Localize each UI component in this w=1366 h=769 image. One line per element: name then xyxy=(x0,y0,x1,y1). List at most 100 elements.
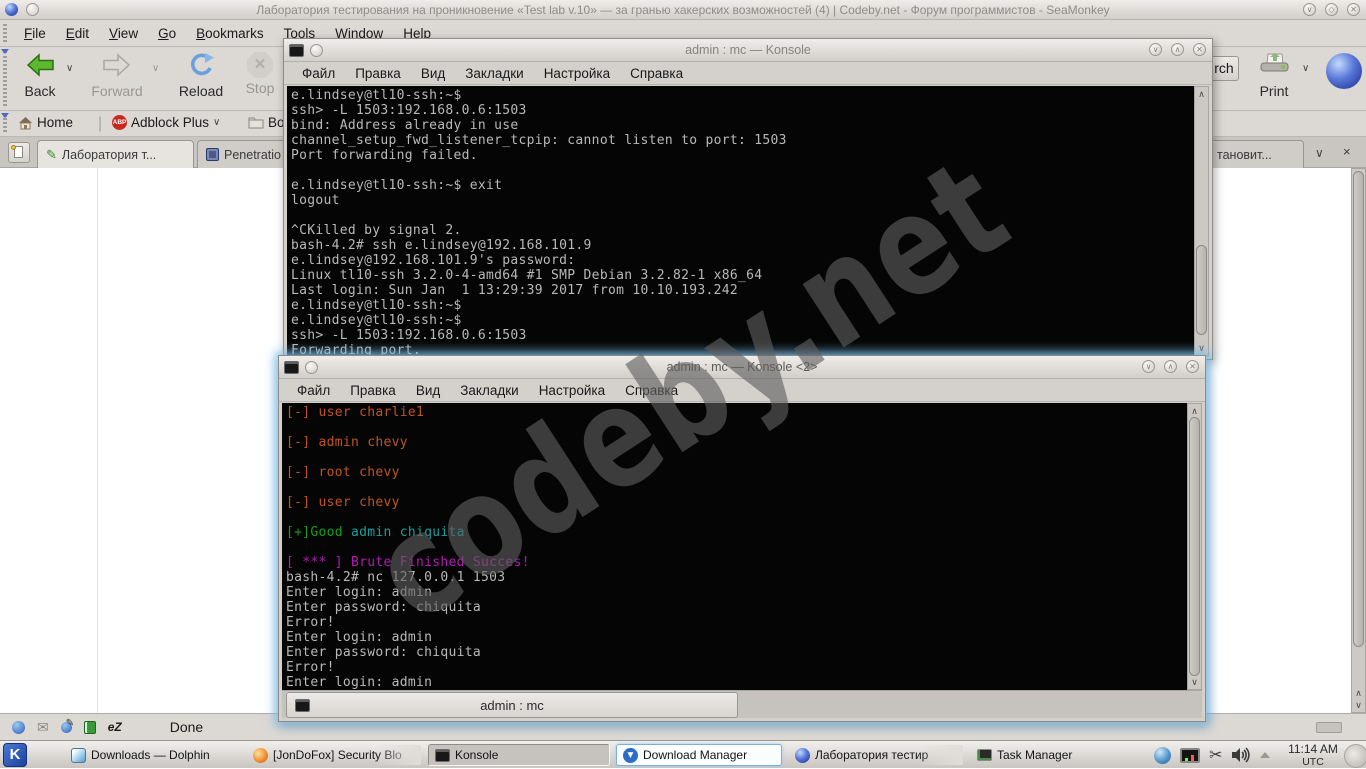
navigator-component-icon[interactable] xyxy=(12,721,25,734)
klipper-scissors-icon[interactable]: ✂ xyxy=(1209,745,1222,765)
print-dropdown-chevron-icon[interactable]: ∨ xyxy=(1302,63,1309,74)
close-button[interactable]: ✕ xyxy=(1186,360,1199,373)
menu-item[interactable]: File xyxy=(14,26,56,41)
browser-title: Лаборатория тестирования на проникновени… xyxy=(0,3,1366,17)
panel-up-arrow-icon[interactable] xyxy=(1260,752,1270,758)
session-tab[interactable]: admin : mc xyxy=(286,692,738,718)
terminal-line xyxy=(286,450,1187,465)
konsole2-titlebar[interactable]: admin : mc — Konsole <2> ∨ ∧ ✕ xyxy=(279,356,1205,379)
taskbar-item-dolphin[interactable]: Downloads — Dolphin xyxy=(64,744,240,766)
terminal-line: [-] user chevy xyxy=(286,495,1187,510)
terminal-line: Error! xyxy=(286,660,1187,675)
new-tab-button[interactable] xyxy=(8,142,30,163)
menu-item[interactable]: Справка xyxy=(615,383,688,398)
taskbar-item-konsole[interactable]: Konsole xyxy=(428,744,610,766)
terminal-line: e.lindsey@tl10-ssh:~$ xyxy=(291,298,1194,313)
stop-icon: ✕ xyxy=(247,52,273,78)
menu-item[interactable]: Справка xyxy=(620,66,693,81)
maximize-button[interactable]: ∧ xyxy=(1171,43,1184,56)
menu-item[interactable]: Правка xyxy=(345,66,411,81)
terminal-scrollbar[interactable]: ∧ ∨ xyxy=(1187,403,1202,690)
terminal-line: ssh> -L 1503:192.168.0.6:1503 xyxy=(291,328,1194,343)
taskbar-item-jondofox[interactable]: [JonDoFox] Security Blo xyxy=(246,744,422,766)
mail-component-icon[interactable]: ✉ xyxy=(37,719,49,736)
menu-item[interactable]: Настройка xyxy=(529,383,615,398)
scroll-up-icon[interactable]: ∧ xyxy=(1195,88,1208,100)
reload-button[interactable]: Reload xyxy=(172,52,230,99)
browser-titlebar[interactable]: Лаборатория тестирования на проникновени… xyxy=(0,0,1366,20)
network-globe-icon[interactable] xyxy=(1154,747,1171,764)
adblock-plus-button[interactable]: ABP Adblock Plus ∨ xyxy=(112,115,220,130)
menu-item[interactable]: Закладки xyxy=(450,383,528,398)
konsole2-terminal[interactable]: [-] user charlie1[-] admin chevy[-] root… xyxy=(282,403,1187,690)
scroll-up-icon[interactable]: ∧ xyxy=(1188,405,1201,417)
konsole1-terminal[interactable]: e.lindsey@tl10-ssh:~$ssh> -L 1503:192.16… xyxy=(287,86,1194,356)
close-button[interactable]: ✕ xyxy=(1347,3,1360,16)
forward-button[interactable]: Forward xyxy=(86,52,148,99)
terminal-line: bash-4.2# ssh e.lindsey@192.168.101.9 xyxy=(291,238,1194,253)
toolbar-gripper[interactable] xyxy=(3,24,7,42)
maximize-button[interactable]: ∧ xyxy=(1164,360,1177,373)
terminal-scrollbar-thumb[interactable] xyxy=(1196,245,1207,335)
taskbar-item-seamonkey[interactable]: Лаборатория тестир xyxy=(788,744,964,766)
composer-component-icon[interactable]: ✎ xyxy=(61,722,72,733)
search-button[interactable]: rch xyxy=(1209,56,1239,81)
menu-item[interactable]: Закладки xyxy=(455,66,533,81)
tab-list-chevron-icon[interactable]: ∨ xyxy=(1315,146,1324,160)
terminal-line: e.lindsey@tl10-ssh:~$ xyxy=(291,313,1194,328)
taskbar-clock[interactable]: 11:14 AM UTC xyxy=(1286,742,1340,768)
menu-item[interactable]: Файл xyxy=(292,66,345,81)
terminal-line: Linux tl10-ssh 3.2.0-4-amd64 #1 SMP Debi… xyxy=(291,268,1194,283)
menu-item[interactable]: Правка xyxy=(340,383,406,398)
back-dropdown-chevron-icon[interactable]: ∨ xyxy=(66,63,73,74)
minimize-button[interactable]: ∨ xyxy=(1149,43,1162,56)
maximize-button[interactable]: ◇ xyxy=(1325,3,1338,16)
seamonkey-throbber-icon[interactable] xyxy=(1326,53,1362,89)
scroll-down-icon[interactable]: ∨ xyxy=(1352,699,1365,711)
forward-dropdown-chevron-icon[interactable]: ∨ xyxy=(152,63,159,74)
ez-sidebar-icon[interactable]: eZ xyxy=(108,720,122,734)
scroll-down-icon[interactable]: ∨ xyxy=(1188,676,1201,688)
page-scrollbar[interactable]: ∧ ∨ xyxy=(1351,168,1366,713)
stop-button[interactable]: ✕ Stop xyxy=(238,52,282,96)
close-button[interactable]: ✕ xyxy=(1193,43,1206,56)
kde-menu-button[interactable]: K xyxy=(3,743,27,767)
minimize-button[interactable]: ∨ xyxy=(1303,3,1316,16)
terminal-line: Enter login: admin xyxy=(286,585,1187,600)
menu-item[interactable]: Настройка xyxy=(534,66,620,81)
tab-laboratoriya[interactable]: ✎ Лаборатория т... xyxy=(37,140,194,168)
address-book-component-icon[interactable] xyxy=(84,721,96,734)
menu-item[interactable]: Вид xyxy=(406,383,450,398)
reload-icon xyxy=(186,52,216,78)
page-scrollbar-thumb[interactable] xyxy=(1353,171,1364,647)
minimize-button[interactable]: ∨ xyxy=(1142,360,1155,373)
volume-icon[interactable] xyxy=(1231,747,1251,763)
menu-item[interactable]: View xyxy=(99,26,148,41)
menu-item[interactable]: Вид xyxy=(411,66,455,81)
terminal-line: [ *** ] Brute Finished Succes! xyxy=(286,555,1187,570)
close-tab-icon[interactable]: × xyxy=(1343,144,1351,159)
terminal-line: logout xyxy=(291,193,1194,208)
tab-ustanovit[interactable]: тановит... xyxy=(1208,140,1304,168)
seamonkey-icon xyxy=(795,748,810,763)
scroll-up-icon[interactable]: ∧ xyxy=(1352,687,1365,699)
print-button[interactable]: Print xyxy=(1250,52,1298,99)
home-button[interactable]: Home xyxy=(18,115,73,130)
toolbar-gripper[interactable] xyxy=(3,51,7,106)
menu-item[interactable]: Go xyxy=(148,26,186,41)
taskbar-item-task-manager[interactable]: Task Manager xyxy=(970,744,1100,766)
konsole1-titlebar[interactable]: admin : mc — Konsole ∨ ∧ ✕ xyxy=(284,39,1212,62)
panel-cashew-icon[interactable] xyxy=(1344,744,1366,768)
back-button[interactable]: Back xyxy=(14,52,66,99)
toolbar-collapse-arrow[interactable] xyxy=(1,113,9,118)
menu-item[interactable]: Файл xyxy=(287,383,340,398)
scroll-down-icon[interactable]: ∨ xyxy=(1195,342,1208,354)
toolbar-collapse-arrow[interactable] xyxy=(1,49,9,54)
terminal-line xyxy=(286,480,1187,495)
terminal-scrollbar-thumb[interactable] xyxy=(1189,417,1200,676)
menu-item[interactable]: Edit xyxy=(56,26,99,41)
terminal-scrollbar[interactable]: ∧ ∨ xyxy=(1194,86,1209,356)
menu-item[interactable]: Bookmarks xyxy=(186,26,274,41)
taskbar-item-download-manager[interactable]: ▼ Download Manager xyxy=(616,744,782,766)
system-monitor-icon[interactable] xyxy=(1180,748,1200,763)
